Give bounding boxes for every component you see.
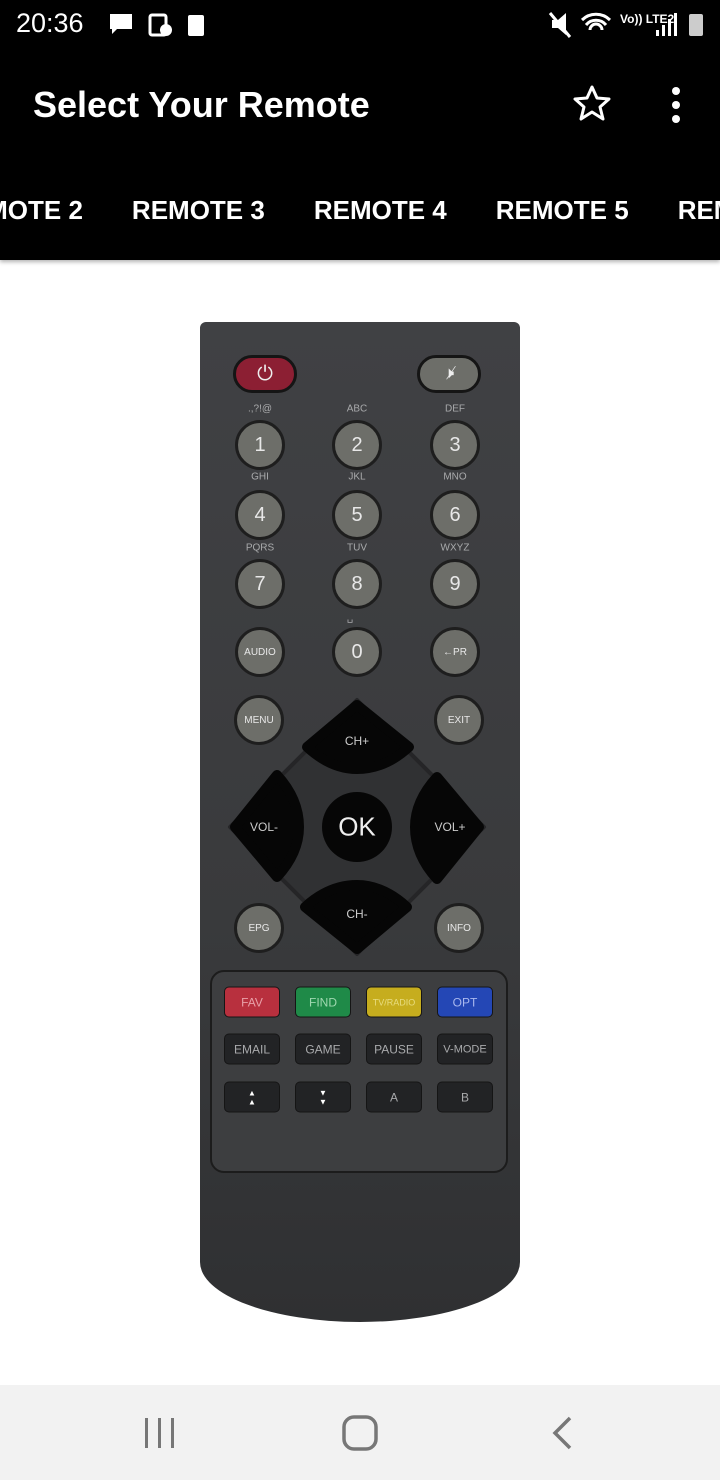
clock: 20:36 [16,8,84,38]
recents-icon[interactable] [142,1415,178,1451]
v-mode-button[interactable]: V-MODE [437,1033,493,1065]
key-letters: JKL [348,471,366,483]
key-letters: .,?!@ [247,403,273,415]
tab-remote-5[interactable]: REMOTE 5 [496,195,629,226]
status-bar: 20:36 Vo)) LTE2 [0,0,720,50]
digit-9-button[interactable]: 9 [430,559,480,609]
digit-1-button[interactable]: 1 [235,420,285,470]
digit-5-button[interactable]: 5 [332,490,382,540]
key-letters: ABC [346,403,368,415]
key-letters: DEF [445,403,465,415]
navigation-bar [0,1385,720,1480]
message-icon [110,14,132,34]
find-button[interactable]: FIND [295,986,351,1018]
remote-tabs[interactable]: REMOTE 2 REMOTE 3 REMOTE 4 REMOTE 5 REMO… [0,180,720,240]
a-button[interactable]: A [366,1081,422,1113]
back-icon[interactable] [548,1415,578,1451]
star-icon[interactable] [572,84,612,124]
system-icons: Vo)) LTE2 [548,12,703,38]
space-label: ␣ [346,612,354,624]
fav-button[interactable]: FAV [224,986,280,1018]
notification-icons [110,13,204,37]
recall-button[interactable]: ←PR [430,627,480,677]
power-button[interactable]: ⏻ [233,355,297,393]
more-vert-icon[interactable] [664,86,688,124]
page-title: Select Your Remote [33,84,370,125]
digit-3-button[interactable]: 3 [430,420,480,470]
home-icon[interactable] [340,1413,380,1453]
tab-remote-3[interactable]: REMOTE 3 [132,195,265,226]
page-down-button[interactable]: ▼▼ [295,1081,351,1113]
email-button[interactable]: EMAIL [224,1033,280,1065]
game-button[interactable]: GAME [295,1033,351,1065]
volte-icon: Vo)) LTE2 [620,12,675,26]
key-letters: WXYZ [440,542,470,554]
key-letters: TUV [347,542,367,554]
tv-radio-button[interactable]: TV/RADIO [366,986,422,1018]
vol-up-label[interactable]: VOL+ [434,820,465,834]
tab-remote-4[interactable]: REMOTE 4 [314,195,447,226]
tab-remote-2[interactable]: REMOTE 2 [0,195,83,226]
battery-saver-icon [188,15,204,36]
tab-remote-6[interactable]: REMOTE 6 [678,195,720,226]
b-button[interactable]: B [437,1081,493,1113]
audio-button[interactable]: AUDIO [235,627,285,677]
app-bar: Select Your Remote REMOTE 2 REMOTE 3 REM… [0,50,720,260]
power-icon: ⏻ [257,362,273,385]
wifi-icon [580,12,612,31]
function-panel: FAV FIND TV/RADIO OPT EMAIL GAME PAUSE V… [210,970,508,1173]
pause-button[interactable]: PAUSE [366,1033,422,1065]
signal-icon [674,13,677,36]
digit-8-button[interactable]: 8 [332,559,382,609]
digit-0-button[interactable]: 0 [332,627,382,677]
digit-6-button[interactable]: 6 [430,490,480,540]
ok-label[interactable]: OK [338,812,376,843]
digit-7-button[interactable]: 7 [235,559,285,609]
vol-down-label[interactable]: VOL- [250,820,278,834]
ch-up-label[interactable]: CH+ [345,734,369,748]
battery-icon [689,14,703,36]
key-letters: MNO [443,471,467,483]
mute-icon: 🕨̸ [443,365,455,382]
mute-button[interactable]: 🕨̸ [417,355,481,393]
remote-control: ⏻ 🕨̸ .,?!@ ABC DEF 1 2 3 GHI JKL MNO 4 5… [200,322,520,1322]
key-letters: GHI [251,471,269,483]
digit-2-button[interactable]: 2 [332,420,382,470]
digit-4-button[interactable]: 4 [235,490,285,540]
key-letters: PQRS [245,542,275,554]
ch-down-label[interactable]: CH- [346,907,367,921]
opt-button[interactable]: OPT [437,986,493,1018]
page-up-button[interactable]: ▲▲ [224,1081,280,1113]
